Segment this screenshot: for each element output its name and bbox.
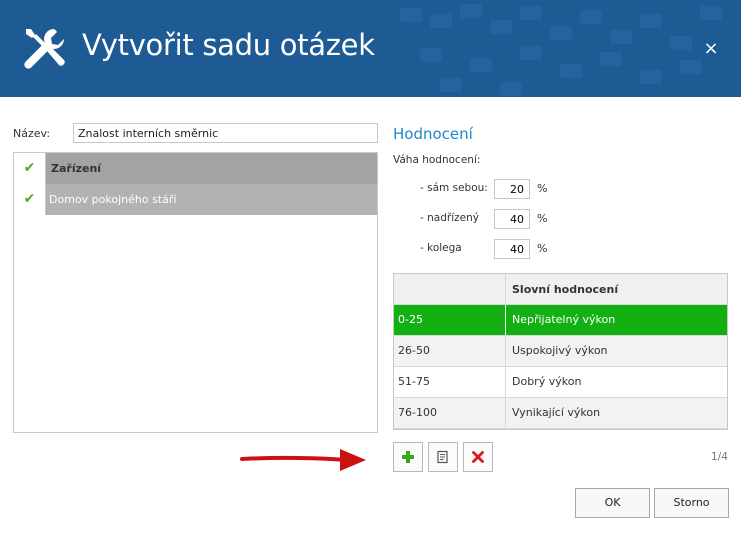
- range-column-header[interactable]: [394, 274, 506, 305]
- facility-list-header[interactable]: ✔ Zařízení: [14, 153, 377, 184]
- weight-self-unit: %: [537, 182, 548, 195]
- facility-label: Domov pokojného stáří: [49, 193, 177, 206]
- weight-self-row: - sám sebou: %: [420, 179, 570, 199]
- rating-title: Hodnocení: [393, 125, 473, 143]
- weight-superior-label: - nadřízený: [420, 212, 479, 224]
- check-all-icon[interactable]: ✔: [14, 153, 46, 184]
- table-row[interactable]: 0-25 Nepřijatelný výkon: [394, 305, 727, 336]
- weight-self-input[interactable]: [494, 179, 530, 199]
- name-label: Název:: [13, 127, 51, 140]
- verbal-cell: Vynikající výkon: [512, 406, 601, 419]
- table-row[interactable]: 26-50 Uspokojivý výkon: [394, 336, 727, 367]
- weight-colleague-row: - kolega %: [420, 239, 570, 259]
- edit-icon: [437, 450, 448, 464]
- facility-list: ✔ Zařízení ✔ Domov pokojného stáří: [13, 152, 378, 433]
- weight-superior-unit: %: [537, 212, 548, 225]
- dialog-title: Vytvořit sadu otázek: [82, 28, 375, 62]
- wrench-screwdriver-icon: [24, 29, 65, 69]
- weight-label: Váha hodnocení:: [393, 154, 481, 166]
- plus-icon: [402, 451, 414, 463]
- table-row[interactable]: 76-100 Vynikající výkon: [394, 398, 727, 429]
- weight-self-label: - sám sebou:: [420, 182, 488, 194]
- range-cell: 51-75: [394, 367, 506, 397]
- grade-table: Slovní hodnocení 0-25 Nepřijatelný výkon…: [393, 273, 728, 430]
- page-indicator: 1/4: [711, 451, 728, 463]
- range-cell: 76-100: [394, 398, 506, 428]
- weight-superior-input[interactable]: [494, 209, 530, 229]
- delete-button[interactable]: [463, 442, 493, 472]
- range-cell: 26-50: [394, 336, 506, 366]
- verbal-cell: Nepřijatelný výkon: [512, 313, 616, 326]
- weight-colleague-unit: %: [537, 242, 548, 255]
- weight-colleague-input[interactable]: [494, 239, 530, 259]
- weight-colleague-label: - kolega: [420, 242, 462, 254]
- table-row[interactable]: 51-75 Dobrý výkon: [394, 367, 727, 398]
- add-button[interactable]: [393, 442, 423, 472]
- delete-icon: [472, 451, 484, 463]
- check-icon[interactable]: ✔: [14, 184, 46, 215]
- list-item[interactable]: ✔ Domov pokojného stáří: [14, 184, 377, 215]
- ok-button[interactable]: OK: [575, 488, 650, 518]
- close-button[interactable]: ×: [700, 38, 722, 60]
- cancel-button[interactable]: Storno: [654, 488, 729, 518]
- grade-table-header: Slovní hodnocení: [394, 274, 727, 305]
- dialog-header: Vytvořit sadu otázek ×: [0, 0, 741, 97]
- range-cell: 0-25: [394, 305, 506, 335]
- verbal-cell: Dobrý výkon: [512, 375, 582, 388]
- name-input[interactable]: [73, 123, 378, 143]
- red-arrow-annotation: [240, 449, 366, 471]
- edit-button[interactable]: [428, 442, 458, 472]
- verbal-cell: Uspokojivý výkon: [512, 344, 608, 357]
- weight-superior-row: - nadřízený %: [420, 209, 570, 229]
- facility-header-label: Zařízení: [51, 162, 102, 175]
- verbal-column-header[interactable]: Slovní hodnocení: [512, 274, 618, 305]
